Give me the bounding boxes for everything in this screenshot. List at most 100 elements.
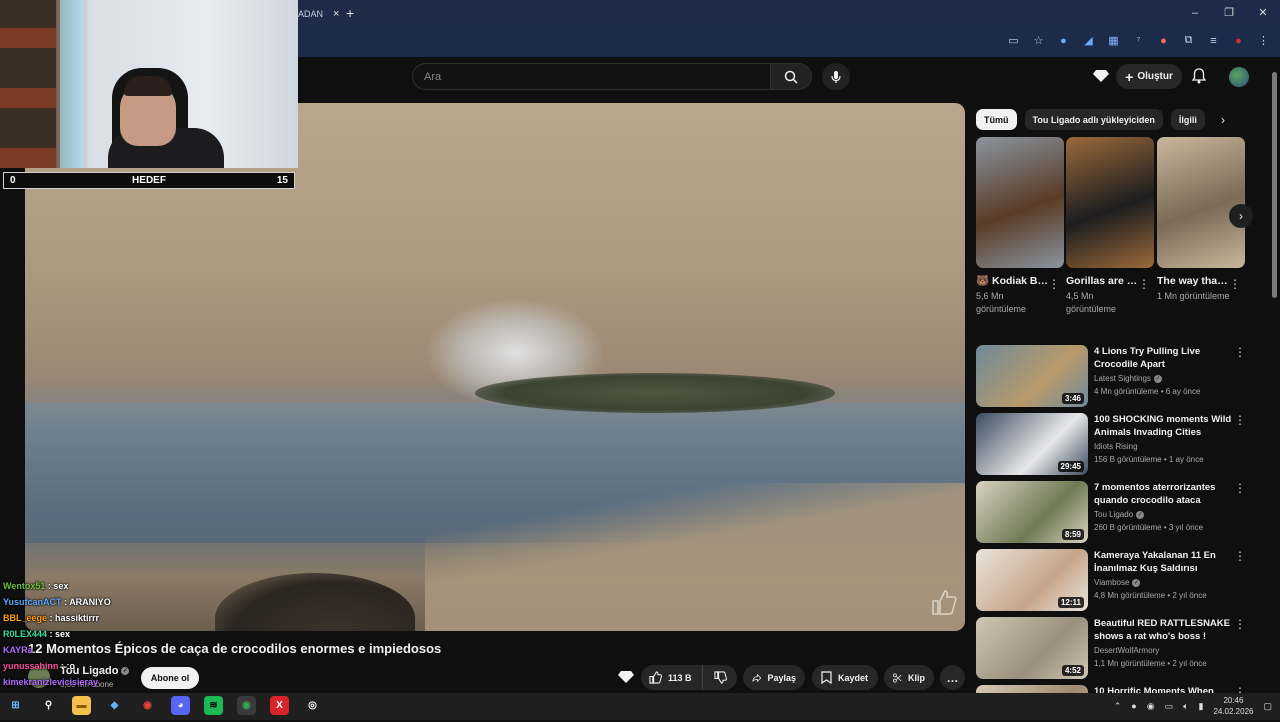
video-thumbnail[interactable] — [976, 685, 1088, 693]
notifications-icon[interactable]: ▢ — [1263, 701, 1272, 712]
short-menu-icon[interactable]: ⋮ — [1229, 277, 1241, 291]
short-title[interactable]: The way that these wild ... — [1157, 274, 1229, 288]
minimize-button[interactable]: – — [1178, 0, 1212, 27]
notifications-bell-icon[interactable] — [1191, 68, 1207, 89]
battery-icon[interactable]: ▮ — [1198, 701, 1203, 712]
video-channel[interactable]: Latest Sightings ✓ — [1094, 374, 1162, 383]
account-avatar[interactable] — [1229, 67, 1249, 87]
more-actions-button[interactable]: … — [940, 665, 965, 690]
search-input[interactable] — [424, 70, 770, 83]
video-menu-icon[interactable]: ⋮ — [1234, 345, 1246, 359]
video-channel[interactable]: Idiots Rising — [1094, 442, 1138, 451]
like-button[interactable]: 113 B — [641, 665, 703, 690]
gem-action-icon[interactable] — [618, 670, 634, 689]
short-menu-icon[interactable]: ⋮ — [1138, 277, 1150, 291]
chevron-right-icon[interactable]: › — [1221, 113, 1225, 127]
shorts-next-button[interactable]: › — [1229, 204, 1253, 228]
media-icon[interactable]: ≡ — [1207, 34, 1220, 47]
chat-username[interactable]: Wentox51 — [3, 581, 45, 591]
clip-button[interactable]: Klip — [884, 665, 934, 690]
chat-text: sex — [53, 581, 69, 591]
short-card[interactable]: 🐻 Kodiak Bear ... 5,6 Mn görüntüleme ⋮ — [976, 137, 1064, 316]
windows-start-icon[interactable]: ⊞ — [6, 696, 25, 715]
new-tab-button[interactable]: + — [346, 5, 354, 21]
short-menu-icon[interactable]: ⋮ — [1048, 277, 1060, 291]
video-title-link[interactable]: 7 momentos aterrorizantes quando crocodi… — [1094, 481, 1234, 507]
video-card[interactable]: 3:46 4 Lions Try Pulling Live Crocodile A… — [976, 345, 1256, 407]
search-button[interactable] — [770, 63, 812, 90]
video-channel[interactable]: Tou Ligado ✓ — [1094, 510, 1145, 519]
tray-app-icon[interactable]: ● — [1131, 701, 1136, 711]
chrome-icon[interactable]: ◉ — [138, 696, 157, 715]
chat-message: R0LEX444 : sex — [3, 626, 263, 642]
cast-icon[interactable]: ▭ — [1007, 34, 1020, 47]
chat-username[interactable]: BBL_eege — [3, 613, 47, 623]
video-title-link[interactable]: Kameraya Yakalanan 11 En İnanılmaz Kuş S… — [1094, 549, 1234, 575]
video-card[interactable]: 4:52 Beautiful RED RATTLESNAKE shows a ra… — [976, 617, 1256, 679]
video-card[interactable]: 29:45 100 SHOCKING moments Wild Animals I… — [976, 413, 1256, 475]
dislike-button[interactable] — [703, 665, 737, 690]
short-title[interactable]: 🐻 Kodiak Bear ... — [976, 274, 1048, 288]
video-menu-icon[interactable]: ⋮ — [1234, 549, 1246, 563]
search-box[interactable] — [412, 63, 770, 90]
extension-5-icon[interactable]: ● — [1157, 34, 1170, 47]
chip-all[interactable]: Tümü — [976, 109, 1017, 130]
clock[interactable]: 20:46 24.02.2026 — [1213, 695, 1253, 717]
kebab-menu-icon[interactable]: ⋮ — [1257, 34, 1270, 47]
chip-uploader[interactable]: Tou Ligado adlı yükleyiciden — [1024, 109, 1163, 130]
video-menu-icon[interactable]: ⋮ — [1234, 617, 1246, 631]
chat-username[interactable]: R0LEX444 — [3, 629, 47, 639]
video-frame-crocodile — [475, 373, 835, 413]
scrollbar-thumb[interactable] — [1272, 72, 1277, 298]
create-button[interactable]: + Oluştur — [1116, 64, 1182, 89]
extension-2-icon[interactable]: ◢ — [1082, 34, 1095, 47]
share-button[interactable]: Paylaş — [743, 665, 805, 690]
steam-icon[interactable]: ◉ — [1147, 701, 1155, 712]
video-menu-icon[interactable]: ⋮ — [1234, 413, 1246, 427]
video-title-link[interactable]: 10 Horrific Moments When — [1094, 685, 1234, 693]
video-channel[interactable]: DesertWolfArmory — [1094, 646, 1159, 655]
voice-search-button[interactable] — [822, 63, 850, 90]
discord-icon[interactable]: ◕ — [171, 696, 190, 715]
chat-username[interactable]: kimekranizlevicisieray — [3, 677, 98, 687]
xsplit-icon[interactable]: X — [270, 696, 289, 715]
video-title-link[interactable]: 4 Lions Try Pulling Live Crocodile Apart — [1094, 345, 1234, 371]
chrome-active-icon[interactable]: ◉ — [237, 696, 256, 715]
copilot-icon[interactable]: ◆ — [105, 696, 124, 715]
chat-username[interactable]: KAYRa — [3, 645, 33, 655]
chip-related[interactable]: İlgili — [1170, 109, 1205, 130]
tab-close-icon[interactable]: × — [333, 8, 339, 20]
save-button[interactable]: Kaydet — [812, 665, 878, 690]
video-title-link[interactable]: Beautiful RED RATTLESNAKE shows a rat wh… — [1094, 617, 1234, 643]
video-channel[interactable]: Viambose ✓ — [1094, 578, 1141, 587]
short-card[interactable]: Gorillas are basically o... 4,5 Mn görünt… — [1066, 137, 1154, 316]
short-thumbnail[interactable] — [1066, 137, 1154, 268]
short-thumbnail[interactable] — [1157, 137, 1245, 268]
file-explorer-icon[interactable]: ▬ — [72, 696, 91, 715]
short-title[interactable]: Gorillas are basically o... — [1066, 274, 1138, 288]
spotify-icon[interactable]: ≋ — [204, 696, 223, 715]
extensions-icon[interactable]: ⧉ — [1182, 34, 1195, 47]
profile-icon[interactable]: ● — [1232, 34, 1245, 47]
volume-icon[interactable]: 🔈︎ — [1183, 701, 1188, 712]
tray-chevron-icon[interactable]: ⌃ — [1114, 701, 1122, 712]
video-menu-icon[interactable]: ⋮ — [1234, 481, 1246, 495]
extension-1-icon[interactable]: ● — [1057, 34, 1070, 47]
close-window-button[interactable]: ✕ — [1246, 0, 1280, 27]
extension-3-icon[interactable]: ▦ — [1107, 34, 1120, 47]
video-card[interactable]: 10 Horrific Moments When ⋮ — [976, 685, 1256, 693]
video-title-link[interactable]: 100 SHOCKING moments Wild Animals Invadi… — [1094, 413, 1234, 439]
obs-icon[interactable]: ◎ — [303, 696, 322, 715]
extension-4-icon[interactable]: ⁷ — [1132, 34, 1145, 47]
chat-username[interactable]: yunussahinn — [3, 661, 59, 671]
star-icon[interactable]: ☆ — [1032, 34, 1045, 47]
short-thumbnail[interactable] — [976, 137, 1064, 268]
search-icon[interactable]: ⚲ — [39, 696, 58, 715]
video-card[interactable]: 8:59 7 momentos aterrorizantes quando cro… — [976, 481, 1256, 543]
network-icon[interactable]: ▭ — [1165, 701, 1174, 712]
video-menu-icon[interactable]: ⋮ — [1234, 685, 1246, 693]
maximize-button[interactable]: ❐ — [1212, 0, 1246, 27]
gem-icon[interactable] — [1093, 69, 1109, 88]
video-card[interactable]: 12:11 Kameraya Yakalanan 11 En İnanılmaz … — [976, 549, 1256, 611]
chat-username[interactable]: YusufcanACT — [3, 597, 62, 607]
